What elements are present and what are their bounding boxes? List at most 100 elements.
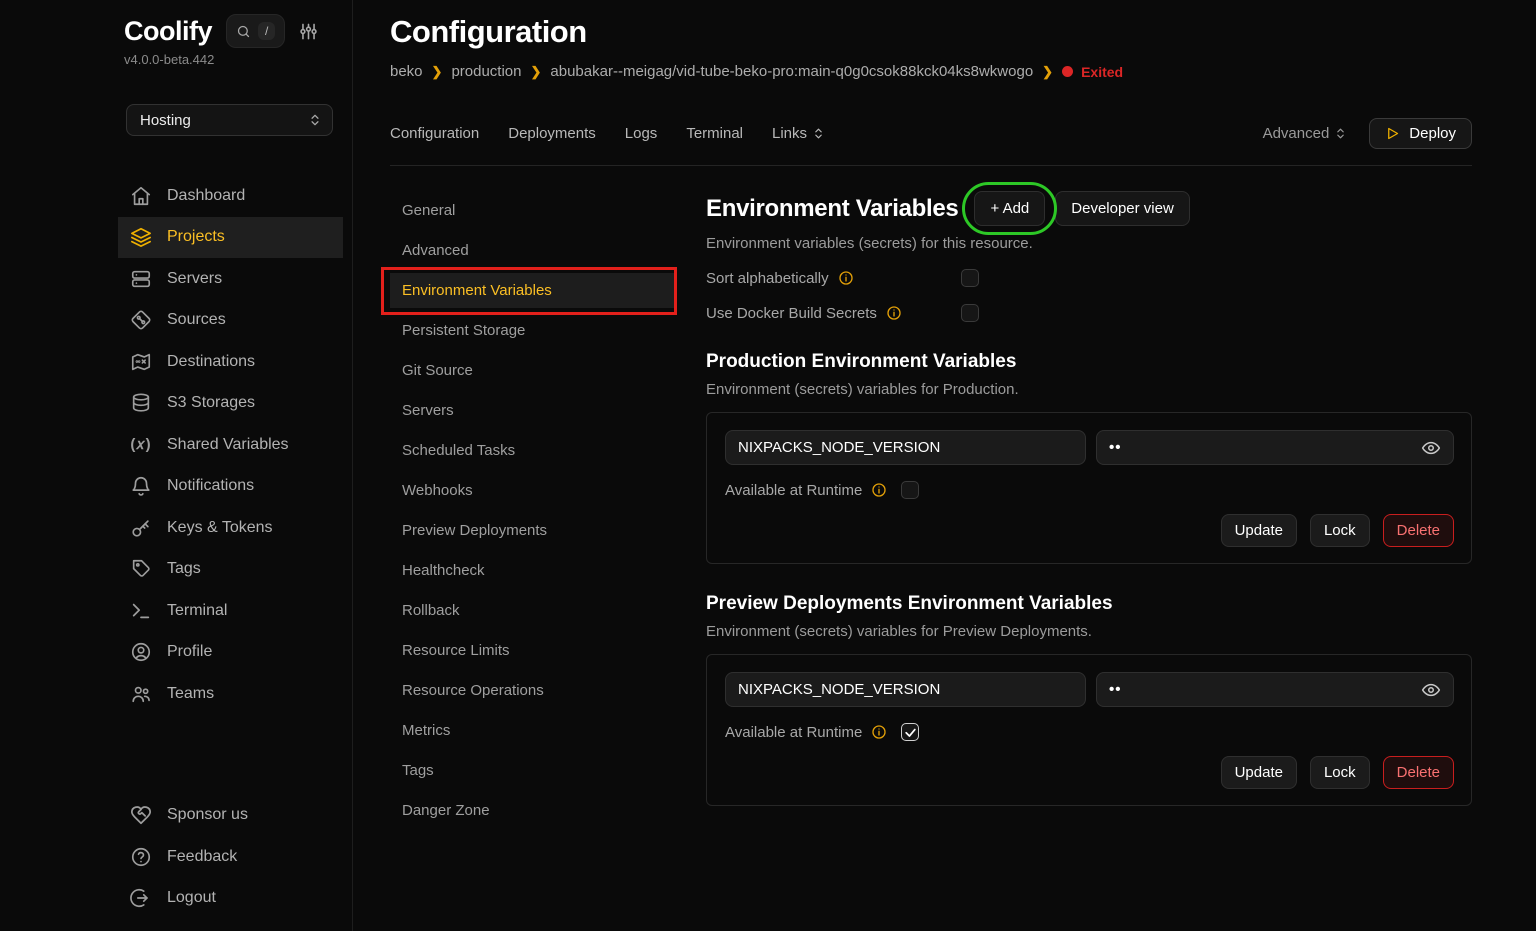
subnav-general[interactable]: General <box>390 193 675 228</box>
subnav-advanced[interactable]: Advanced <box>390 233 675 268</box>
sidebar-item-label: Profile <box>167 643 212 661</box>
env-var-value-input[interactable]: •• <box>1096 430 1454 465</box>
search-key-hint: / <box>258 22 275 40</box>
eye-icon[interactable] <box>1421 438 1441 458</box>
subnav-danger-zone[interactable]: Danger Zone <box>390 793 675 828</box>
available-at-runtime-checkbox[interactable] <box>901 723 919 741</box>
subnav-resource-operations[interactable]: Resource Operations <box>390 673 675 708</box>
sidebar-header: Coolify / v4.0.0-beta.442 <box>0 14 352 67</box>
update-button[interactable]: Update <box>1221 756 1297 789</box>
sidebar-item-label: Teams <box>167 685 214 703</box>
add-env-var-button[interactable]: + Add <box>974 191 1045 226</box>
search-button[interactable]: / <box>226 14 285 48</box>
sidebar-item-dashboard[interactable]: Dashboard <box>118 175 343 217</box>
sidebar-item-keys-tokens[interactable]: Keys & Tokens <box>118 507 343 549</box>
masked-value: •• <box>1109 681 1122 698</box>
toggle-label: Sort alphabetically <box>706 270 829 287</box>
subnav-servers[interactable]: Servers <box>390 393 675 428</box>
runtime-label: Available at Runtime <box>725 482 862 499</box>
env-var-name-input[interactable]: NIXPACKS_NODE_VERSION <box>725 430 1086 465</box>
sidebar-item-label: Terminal <box>167 602 227 620</box>
sidebar-footer: Sponsor us Feedback Logout <box>0 795 352 931</box>
delete-button[interactable]: Delete <box>1383 756 1454 789</box>
chevron-right-icon: ❯ <box>432 64 443 80</box>
toggle-label: Use Docker Build Secrets <box>706 305 877 322</box>
sidebar-item-terminal[interactable]: Terminal <box>118 590 343 632</box>
tab-links[interactable]: Links <box>772 125 825 142</box>
subnav-environment-variables[interactable]: Environment Variables <box>390 273 675 308</box>
breadcrumb-environment[interactable]: production <box>451 63 521 80</box>
sidebar-item-label: Sponsor us <box>167 806 248 824</box>
sidebar-item-teams[interactable]: Teams <box>118 673 343 715</box>
search-icon <box>236 24 251 39</box>
check-icon <box>904 726 917 739</box>
advanced-dropdown[interactable]: Advanced <box>1263 125 1348 142</box>
home-icon <box>130 185 152 207</box>
available-at-runtime-checkbox[interactable] <box>901 481 919 499</box>
runtime-label: Available at Runtime <box>725 724 862 741</box>
sidebar-item-sponsor[interactable]: Sponsor us <box>118 795 343 837</box>
sidebar-item-tags[interactable]: Tags <box>118 549 343 591</box>
production-env-var-card: NIXPACKS_NODE_VERSION •• Available at Ru… <box>706 412 1472 564</box>
info-icon[interactable] <box>838 270 854 286</box>
sidebar-item-sources[interactable]: Sources <box>118 300 343 342</box>
subnav-webhooks[interactable]: Webhooks <box>390 473 675 508</box>
sidebar-item-shared-variables[interactable]: (𝑥) Shared Variables <box>118 424 343 466</box>
info-icon[interactable] <box>886 305 902 321</box>
variable-icon: (𝑥) <box>130 436 152 453</box>
chevron-up-down-icon <box>308 113 322 127</box>
page-title: Configuration <box>390 14 1472 50</box>
sidebar-item-label: S3 Storages <box>167 394 255 412</box>
env-var-value-input[interactable]: •• <box>1096 672 1454 707</box>
lock-button[interactable]: Lock <box>1310 756 1370 789</box>
delete-button[interactable]: Delete <box>1383 514 1454 547</box>
subnav-scheduled-tasks[interactable]: Scheduled Tasks <box>390 433 675 468</box>
subnav-preview-deployments[interactable]: Preview Deployments <box>390 513 675 548</box>
developer-view-button[interactable]: Developer view <box>1055 191 1190 226</box>
deploy-button[interactable]: Deploy <box>1369 118 1472 149</box>
update-button[interactable]: Update <box>1221 514 1297 547</box>
sidebar-item-notifications[interactable]: Notifications <box>118 466 343 508</box>
sidebar-item-projects[interactable]: Projects <box>118 217 343 259</box>
chevron-up-down-icon <box>1334 127 1347 140</box>
eye-icon[interactable] <box>1421 680 1441 700</box>
sidebar-item-label: Feedback <box>167 848 237 866</box>
sidebar-item-feedback[interactable]: Feedback <box>118 836 343 878</box>
subnav-metrics[interactable]: Metrics <box>390 713 675 748</box>
preview-section-description: Environment (secrets) variables for Prev… <box>706 623 1472 640</box>
subnav-persistent-storage[interactable]: Persistent Storage <box>390 313 675 348</box>
deploy-label: Deploy <box>1409 125 1456 142</box>
subnav-rollback[interactable]: Rollback <box>390 593 675 628</box>
subnav-resource-limits[interactable]: Resource Limits <box>390 633 675 668</box>
tab-deployments[interactable]: Deployments <box>508 125 596 142</box>
subnav-git-source[interactable]: Git Source <box>390 353 675 388</box>
play-icon <box>1385 126 1400 141</box>
info-icon[interactable] <box>871 724 887 740</box>
heart-icon <box>130 804 152 826</box>
sidebar-item-destinations[interactable]: Destinations <box>118 341 343 383</box>
breadcrumb-resource[interactable]: abubakar--meigag/vid-tube-beko-pro:main-… <box>550 63 1033 80</box>
map-icon <box>130 351 152 373</box>
sliders-icon[interactable] <box>299 22 318 41</box>
lock-button[interactable]: Lock <box>1310 514 1370 547</box>
subnav-healthcheck[interactable]: Healthcheck <box>390 553 675 588</box>
breadcrumb-project[interactable]: beko <box>390 63 423 80</box>
users-icon <box>130 683 152 705</box>
tab-configuration[interactable]: Configuration <box>390 125 479 142</box>
tab-terminal[interactable]: Terminal <box>686 125 743 142</box>
docker-build-secrets-checkbox[interactable] <box>961 304 979 322</box>
coolify-logo: Coolify <box>124 16 212 47</box>
environment-variables-panel: Environment Variables + Add Developer vi… <box>675 191 1472 833</box>
sort-alphabetically-checkbox[interactable] <box>961 269 979 287</box>
sidebar-item-s3-storages[interactable]: S3 Storages <box>118 383 343 425</box>
sidebar-item-servers[interactable]: Servers <box>118 258 343 300</box>
info-icon[interactable] <box>871 482 887 498</box>
sidebar-item-logout[interactable]: Logout <box>118 878 343 920</box>
sidebar-item-label: Dashboard <box>167 187 245 205</box>
env-var-name-input[interactable]: NIXPACKS_NODE_VERSION <box>725 672 1086 707</box>
team-select[interactable]: Hosting <box>126 104 333 136</box>
production-section-title: Production Environment Variables <box>706 351 1472 373</box>
subnav-tags[interactable]: Tags <box>390 753 675 788</box>
tab-logs[interactable]: Logs <box>625 125 658 142</box>
sidebar-item-profile[interactable]: Profile <box>118 632 343 674</box>
